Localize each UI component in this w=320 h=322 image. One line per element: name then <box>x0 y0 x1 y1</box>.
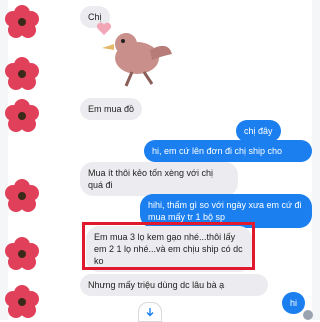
incoming-message[interactable]: Em mua đồ <box>80 98 143 120</box>
incoming-message[interactable]: Mua ít thôi kẻo tốn xèng với chị quá đi <box>80 162 238 196</box>
avatar-flower-icon[interactable] <box>4 236 40 272</box>
scroll-to-bottom-button[interactable] <box>138 302 162 322</box>
arrow-down-icon <box>146 308 154 317</box>
dancing-bird-sticker[interactable] <box>92 24 178 90</box>
avatar-flower-icon[interactable] <box>4 56 40 92</box>
outgoing-message[interactable]: chị đây <box>236 120 281 142</box>
left-edge <box>0 0 8 320</box>
right-edge <box>312 0 320 320</box>
highlight-box <box>82 222 255 270</box>
avatar-flower-icon[interactable] <box>4 4 40 40</box>
outgoing-message[interactable]: hi, em cứ lên đơn đi chị ship cho <box>144 140 312 162</box>
read-receipt-avatar <box>303 310 313 320</box>
chat-thread: Chị Em mua đồ chị đây hi, em cứ lên đơn … <box>0 0 320 322</box>
avatar-flower-icon[interactable] <box>4 178 40 214</box>
incoming-message[interactable]: Nhưng mấy triệu dùng dc lâu bà ạ <box>80 274 268 296</box>
avatar-flower-icon[interactable] <box>4 284 40 320</box>
outgoing-message[interactable]: hi <box>282 292 306 314</box>
avatar-flower-icon[interactable] <box>4 98 40 134</box>
